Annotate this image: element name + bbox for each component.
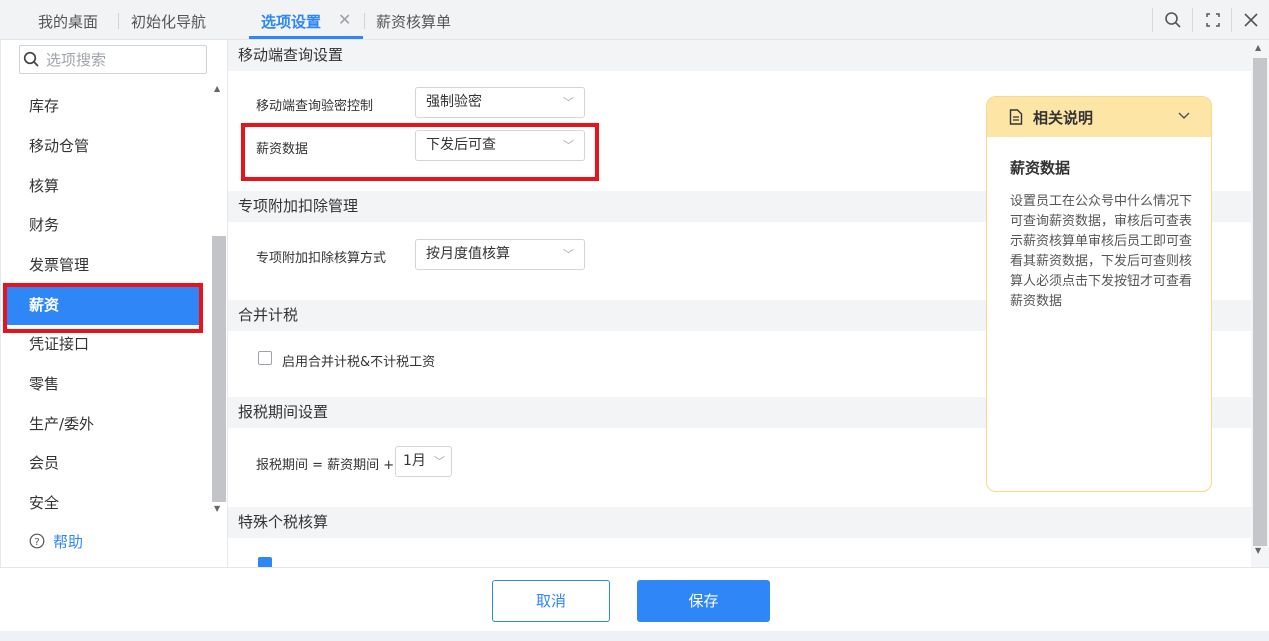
section-mobile-query: 移动端查询设置 xyxy=(228,40,1251,71)
scroll-up-arrow-icon[interactable]: ▲ xyxy=(1255,43,1261,52)
footer-bottom-strip xyxy=(0,631,1269,641)
chevron-down-icon[interactable] xyxy=(1177,108,1191,126)
deduction-method-select[interactable]: 按月度值核算 ﹀ xyxy=(415,239,585,270)
sidebar-item-retail[interactable]: 零售 xyxy=(4,364,200,404)
save-button[interactable]: 保存 xyxy=(637,580,770,622)
scroll-up-arrow-icon[interactable]: ▲ xyxy=(214,84,220,93)
tab-divider xyxy=(364,13,365,29)
sidebar-help-link[interactable]: ? 帮助 xyxy=(4,522,200,562)
info-panel-header-label: 相关说明 xyxy=(1033,108,1094,127)
svg-text:?: ? xyxy=(34,537,39,548)
sidebar-item-finance[interactable]: 财务 xyxy=(4,205,200,245)
tab-my-desktop[interactable]: 我的桌面 xyxy=(38,0,98,40)
tab-close-icon[interactable]: ✕ xyxy=(338,10,351,30)
fullscreen-icon[interactable] xyxy=(1195,0,1231,40)
section-special-tax: 特殊个税核算 xyxy=(228,507,1251,538)
related-info-panel: 相关说明 薪资数据 设置员工在公众号中什么情况下可查询薪资数据，审核后可查表示薪… xyxy=(986,96,1212,492)
help-icon: ? xyxy=(29,533,45,549)
window-controls-divider xyxy=(1231,8,1232,32)
option-search-input[interactable] xyxy=(46,49,201,70)
tab-option-settings[interactable]: 选项设置 xyxy=(261,0,321,40)
scroll-down-arrow-icon[interactable]: ▼ xyxy=(1255,546,1261,555)
search-icon xyxy=(23,51,40,72)
chevron-down-icon: ﹀ xyxy=(563,248,574,261)
sidebar-item-invoice[interactable]: 发票管理 xyxy=(4,245,200,285)
mobile-verify-value: 强制验密 xyxy=(426,94,482,110)
tax-period-formula-label: 报税期间 = 薪资期间 + xyxy=(256,458,395,473)
help-label: 帮助 xyxy=(53,533,84,551)
content-scrollbar[interactable]: ▲ ▼ xyxy=(1251,40,1269,567)
tab-bar: 我的桌面 初始化导航 选项设置 ✕ 薪资核算单 xyxy=(0,0,1269,40)
mobile-verify-select[interactable]: 强制验密 ﹀ xyxy=(415,87,585,118)
chevron-down-icon: ﹀ xyxy=(563,96,574,109)
close-icon[interactable] xyxy=(1233,0,1269,40)
tab-divider xyxy=(118,13,119,29)
mobile-verify-label: 移动端查询验密控制 xyxy=(256,99,374,114)
info-panel-title: 薪资数据 xyxy=(1010,159,1071,177)
options-sidebar: 库存 移动仓管 核算 财务 发票管理 薪资 凭证接口 零售 生产/委外 会员 安… xyxy=(0,40,228,567)
content-scroll-thumb[interactable] xyxy=(1253,58,1267,546)
sidebar-scrollbar[interactable]: ▲ ▼ xyxy=(210,84,227,514)
window-controls-divider xyxy=(1152,8,1153,32)
deduction-method-label: 专项附加扣除核算方式 xyxy=(256,251,387,266)
sidebar-item-inventory[interactable]: 库存 xyxy=(4,86,200,126)
document-icon xyxy=(1009,109,1023,125)
option-search-box[interactable] xyxy=(19,45,207,74)
tab-init-guide[interactable]: 初始化导航 xyxy=(131,0,206,40)
scroll-down-arrow-icon[interactable]: ▼ xyxy=(214,504,220,513)
tab-salary-sheet[interactable]: 薪资核算单 xyxy=(376,0,451,40)
sidebar-item-security[interactable]: 安全 xyxy=(4,483,200,523)
combined-tax-checkbox-label: 启用合并计税&不计税工资 xyxy=(282,355,436,370)
footer-bar: 取消 保存 xyxy=(0,567,1269,641)
active-tab-indicator xyxy=(249,36,363,39)
deduction-method-value: 按月度值核算 xyxy=(426,246,510,262)
info-panel-body: 设置员工在公众号中什么情况下可查询薪资数据，审核后可查表示薪资核算单审核后员工即… xyxy=(1010,194,1193,309)
combined-tax-checkbox[interactable] xyxy=(258,351,272,365)
info-panel-header[interactable]: 相关说明 xyxy=(987,97,1211,137)
chevron-down-icon: ﹀ xyxy=(434,455,445,468)
salary-nav-highlight xyxy=(3,283,203,333)
sidebar-item-accounting[interactable]: 核算 xyxy=(4,166,200,206)
sidebar-item-mobile-warehouse[interactable]: 移动仓管 xyxy=(4,126,200,166)
sidebar-item-production[interactable]: 生产/委外 xyxy=(4,404,200,444)
sidebar-item-member[interactable]: 会员 xyxy=(4,443,200,483)
special-tax-checkbox[interactable] xyxy=(258,557,272,567)
tax-period-month-value: 1月 xyxy=(403,453,426,469)
window-controls-divider xyxy=(1192,8,1193,32)
cancel-button[interactable]: 取消 xyxy=(492,580,610,622)
search-icon[interactable] xyxy=(1155,0,1191,40)
salary-data-highlight xyxy=(241,123,599,181)
tax-period-month-select[interactable]: 1月 ﹀ xyxy=(395,446,452,477)
sidebar-scroll-thumb[interactable] xyxy=(212,236,226,502)
